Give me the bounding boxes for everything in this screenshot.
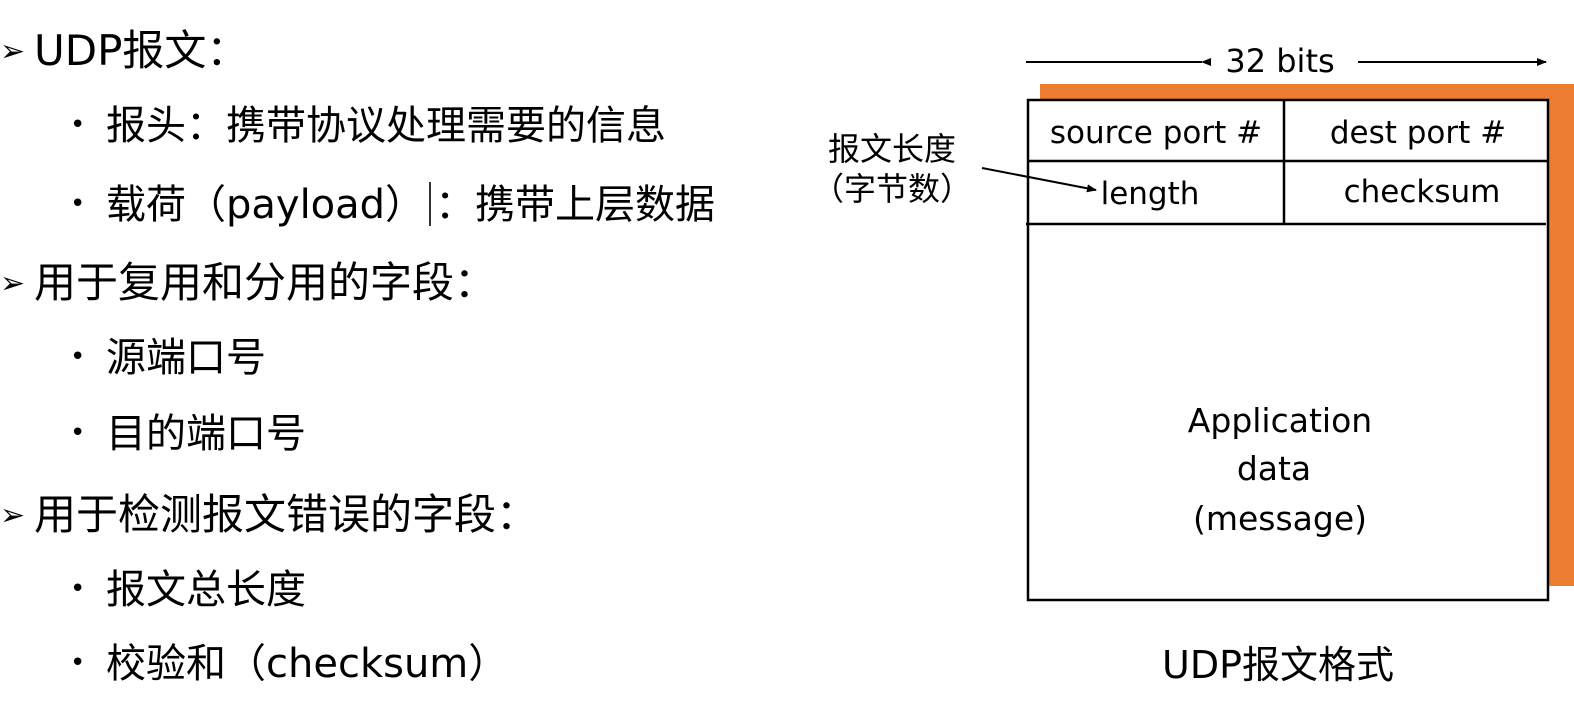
bullet-length: • 报文总长度 (70, 570, 306, 610)
dot-bullet-icon: • (70, 189, 86, 219)
bullet-error-fields: ➢ 用于检测报文错误的字段： (0, 494, 538, 536)
app-data-line-3: (message) (1193, 499, 1367, 538)
bullet-label: 用于复用和分用的字段： (34, 258, 497, 307)
bullet-source-port: • 源端口号 (70, 338, 266, 378)
arrowhead-bullet-icon: ➢ (0, 498, 26, 533)
checksum-field: checksum (1344, 174, 1501, 210)
bullet-label-before: 载荷（payload） (106, 182, 426, 228)
dot-bullet-icon: • (70, 574, 86, 604)
bullet-label: UDP报文： (34, 26, 249, 75)
source-port-field: source port # (1050, 115, 1262, 151)
udp-segment-diagram: 32 bits source port # dest port # length… (800, 0, 1574, 702)
dot-bullet-icon: • (70, 342, 86, 372)
arrowhead-bullet-icon: ➢ (0, 34, 26, 69)
dest-port-field: dest port # (1330, 115, 1506, 151)
arrowhead-bullet-icon: ➢ (0, 266, 26, 301)
dot-bullet-icon: • (70, 648, 86, 678)
length-field: length (1101, 176, 1200, 212)
width-label: 32 bits (1225, 42, 1334, 80)
bullet-dest-port: • 目的端口号 (70, 414, 306, 454)
bullet-label: 目的端口号 (106, 411, 306, 457)
diagram-caption: UDP报文格式 (1162, 643, 1394, 687)
bullet-header: • 报头：携带协议处理需要的信息 (70, 106, 666, 146)
dot-bullet-icon: • (70, 418, 86, 448)
bullet-label: 报头：携带协议处理需要的信息 (106, 103, 666, 149)
bullet-payload: • 载荷（payload） ：携带上层数据 (70, 182, 715, 226)
annotation-line-2: （字节数） (812, 170, 972, 208)
annotation-line-1: 报文长度 (828, 130, 956, 168)
bullet-checksum: • 校验和（checksum） (70, 644, 508, 684)
bullet-label: 源端口号 (106, 335, 266, 381)
bullet-mux-fields: ➢ 用于复用和分用的字段： (0, 262, 496, 304)
udp-segment-format-svg: 32 bits source port # dest port # length… (812, 42, 1574, 602)
bullet-label-after: ：携带上层数据 (435, 182, 716, 228)
app-data-line-2: data (1237, 449, 1311, 488)
bullet-udp-segment: ➢ UDP报文： (0, 30, 248, 72)
text-cursor-icon (429, 182, 432, 226)
app-data-line-1: Application (1188, 401, 1372, 440)
bullet-label: 校验和（checksum） (106, 641, 509, 687)
bullet-label: 用于检测报文错误的字段： (34, 490, 539, 539)
dot-bullet-icon: • (70, 110, 86, 140)
bullet-label: 报文总长度 (106, 567, 306, 613)
bullet-list: ➢ UDP报文： • 报头：携带协议处理需要的信息 • 载荷（payload） ：携带上… (0, 0, 800, 702)
